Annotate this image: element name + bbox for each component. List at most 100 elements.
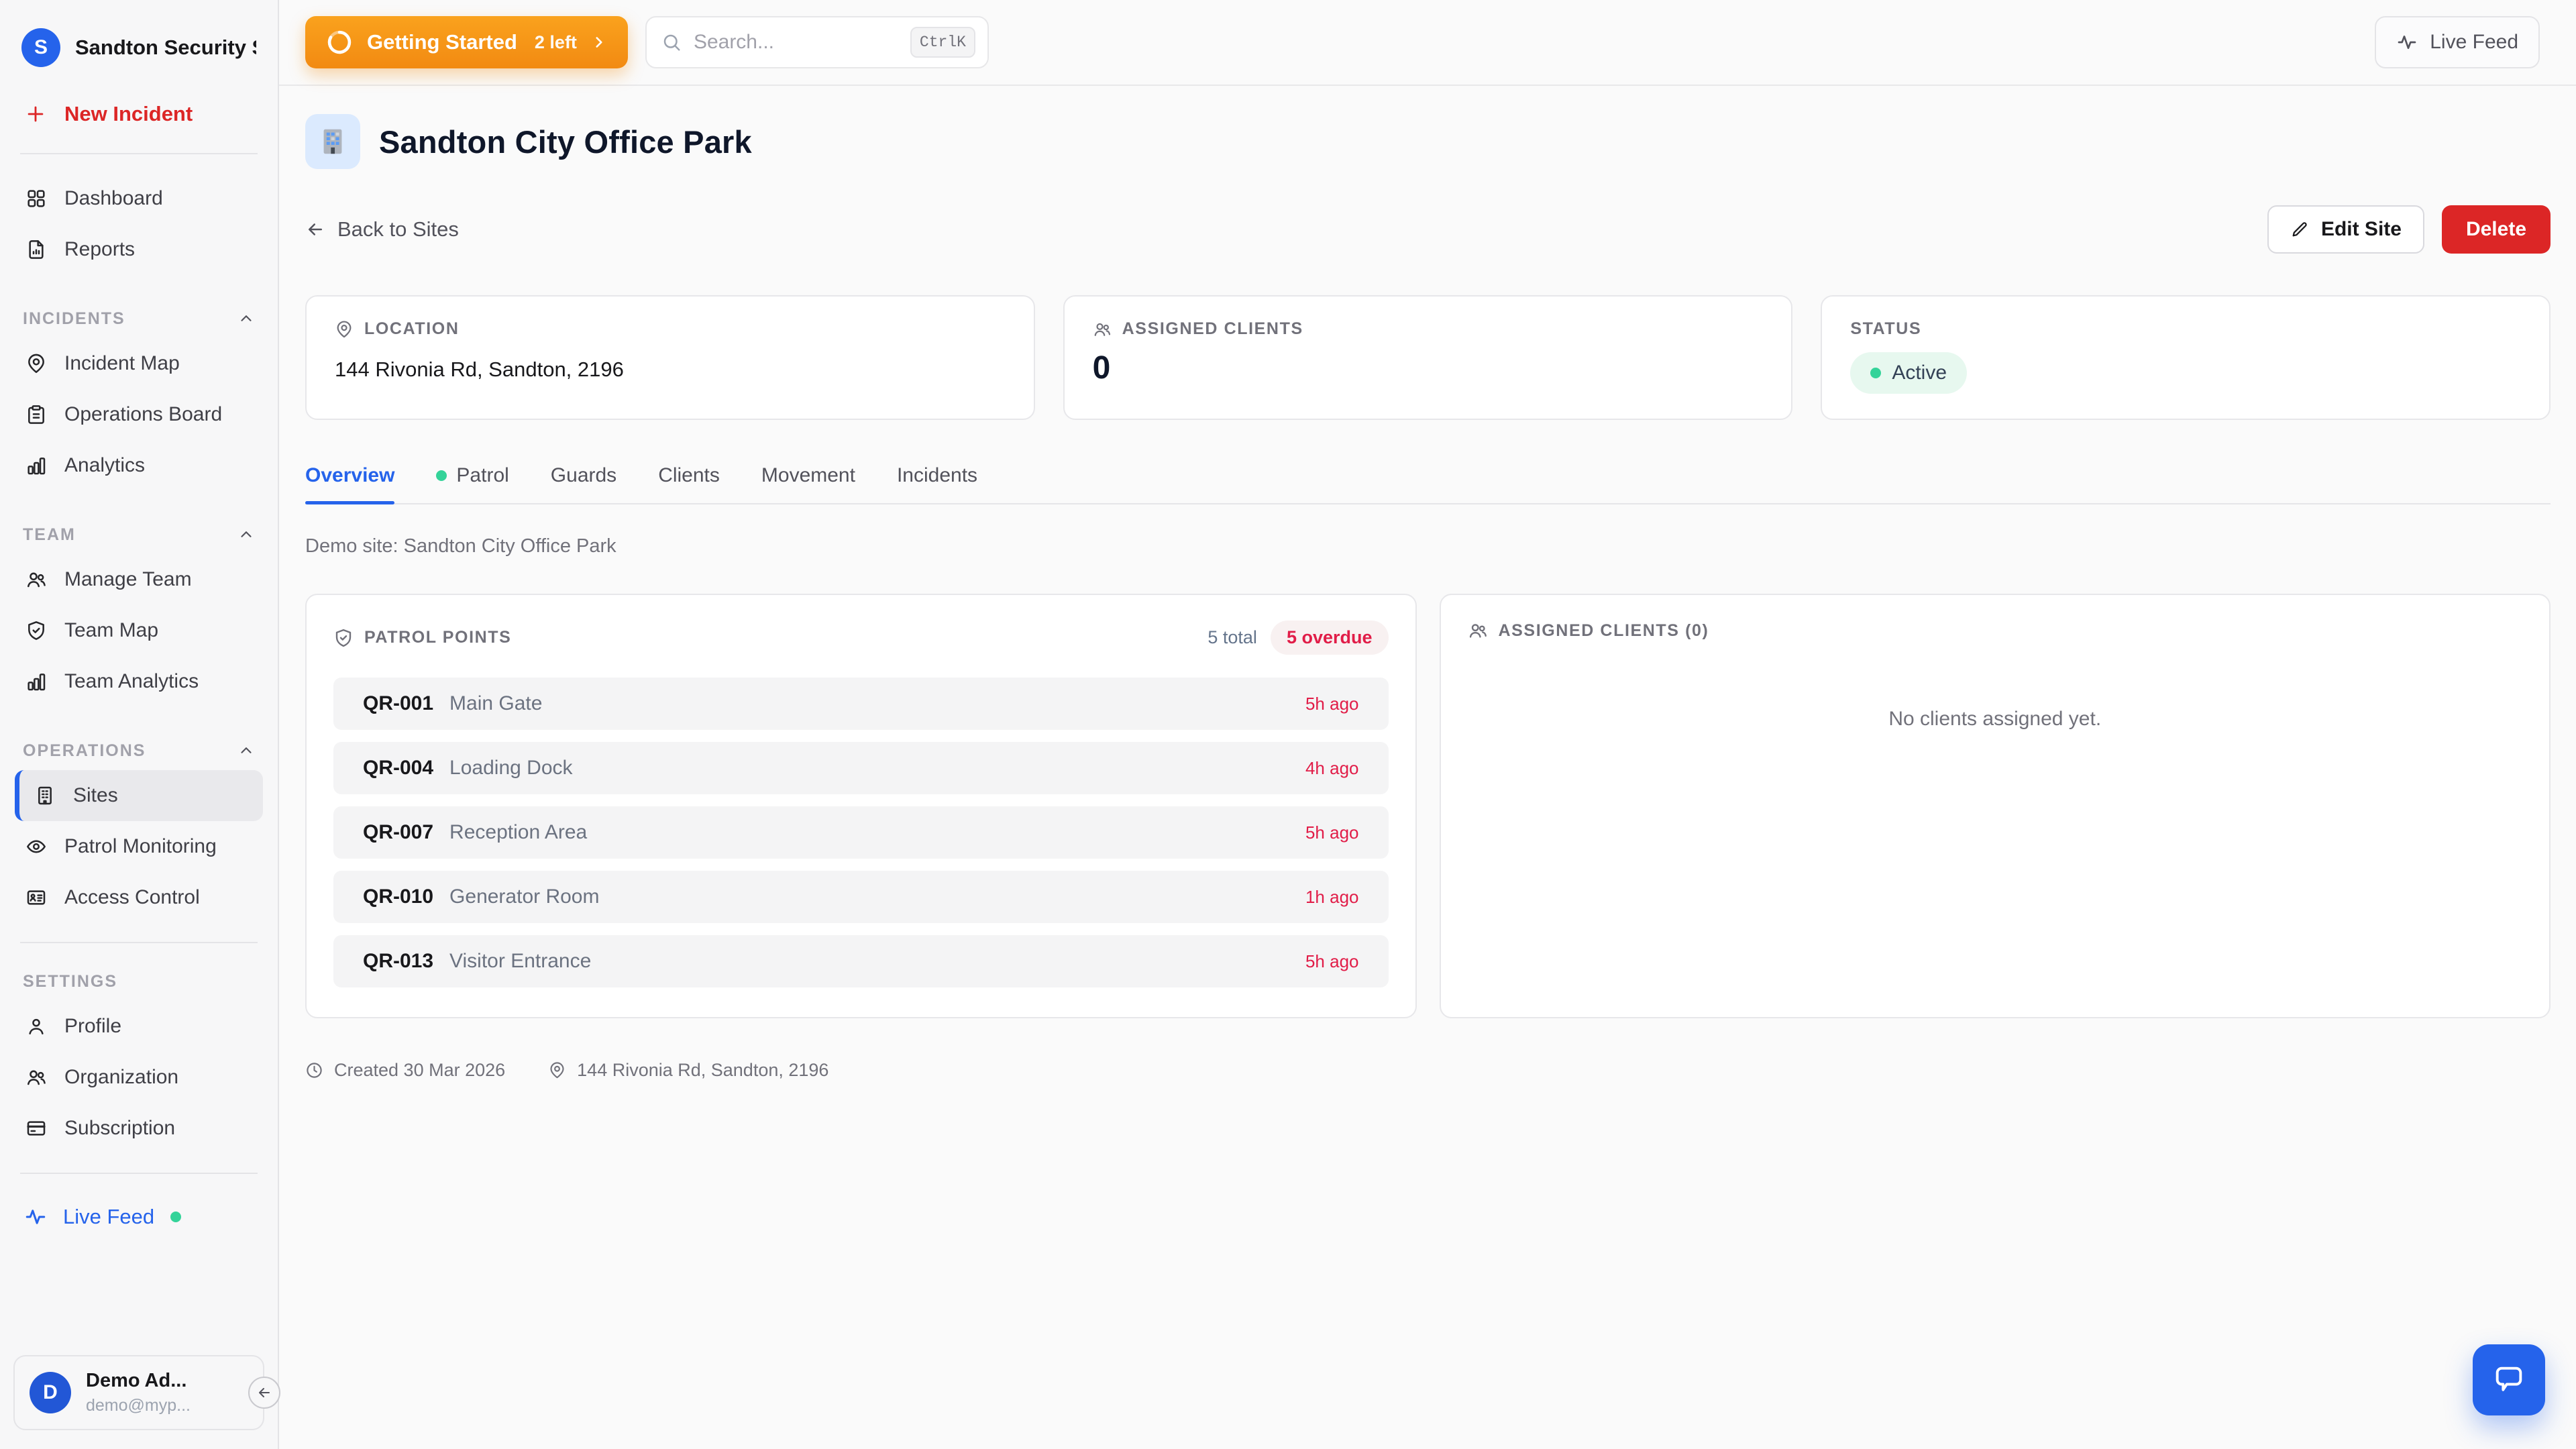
assigned-clients-card-header: ASSIGNED CLIENTS <box>1093 319 1764 339</box>
chevron-up-icon <box>237 310 255 327</box>
page-title: Sandton City Office Park <box>379 123 752 160</box>
section-incidents[interactable]: INCIDENTS <box>15 299 263 338</box>
location-card-header: LOCATION <box>335 319 1006 339</box>
user-menu[interactable]: D Demo Ad... demo@myp... <box>13 1355 264 1430</box>
site-meta-footer: Created 30 Mar 2026 144 Rivonia Rd, Sand… <box>305 1060 2551 1081</box>
edit-site-button[interactable]: Edit Site <box>2267 205 2424 254</box>
sidebar-item-access-control[interactable]: Access Control <box>15 872 263 923</box>
sidebar-item-subscription[interactable]: Subscription <box>15 1103 263 1154</box>
sidebar-item-team-analytics[interactable]: Team Analytics <box>15 656 263 707</box>
user-avatar: D <box>30 1372 71 1413</box>
sidebar-item-team-map[interactable]: Team Map <box>15 605 263 656</box>
tab-label: Patrol <box>456 464 508 487</box>
map-pin-icon <box>335 320 354 339</box>
patrol-point-row[interactable]: QR-007 Reception Area 5h ago <box>333 806 1389 859</box>
search-input[interactable] <box>694 31 898 54</box>
patrol-overdue-badge: 5 overdue <box>1271 621 1389 655</box>
sidebar-item-sites[interactable]: Sites <box>15 770 263 821</box>
sidebar-item-manage-team[interactable]: Manage Team <box>15 554 263 605</box>
qr-code: QR-013 <box>363 950 433 973</box>
sidebar-item-incident-map[interactable]: Incident Map <box>15 338 263 389</box>
sidebar-item-profile[interactable]: Profile <box>15 1001 263 1052</box>
sidebar-item-analytics[interactable]: Analytics <box>15 440 263 491</box>
sidebar: S Sandton Security Ser... New Incident D… <box>0 0 279 1449</box>
users-icon <box>1468 621 1488 641</box>
bar-chart-icon <box>25 671 47 692</box>
getting-started-button[interactable]: Getting Started 2 left <box>305 16 628 68</box>
live-feed-button[interactable]: Live Feed <box>2375 16 2540 68</box>
tab-incidents[interactable]: Incidents <box>897 464 977 503</box>
section-header-label: OPERATIONS <box>23 741 146 761</box>
org-switcher[interactable]: S Sandton Security Ser... <box>15 23 263 67</box>
assigned-clients-count: 0 <box>1093 350 1764 386</box>
assigned-clients-card: ASSIGNED CLIENTS 0 <box>1063 295 1793 420</box>
site-address: 144 Rivonia Rd, Sandton, 2196 <box>548 1060 828 1081</box>
sidebar-item-label: Incident Map <box>64 352 180 375</box>
tab-label: Clients <box>658 464 720 487</box>
qr-code: QR-007 <box>363 821 433 844</box>
section-header-label: SETTINGS <box>23 972 117 991</box>
tab-guards[interactable]: Guards <box>551 464 616 503</box>
header-actions: Edit Site Delete <box>2267 205 2551 254</box>
back-link-label: Back to Sites <box>337 217 459 241</box>
search-icon <box>661 32 682 52</box>
tab-overview[interactable]: Overview <box>305 464 394 503</box>
sidebar-item-label: Reports <box>64 238 135 261</box>
patrol-point-row[interactable]: QR-001 Main Gate 5h ago <box>333 678 1389 730</box>
location-value: 144 Rivonia Rd, Sandton, 2196 <box>335 358 1006 382</box>
tab-movement[interactable]: Movement <box>761 464 855 503</box>
chat-widget-button[interactable] <box>2473 1344 2545 1415</box>
new-incident-button[interactable]: New Incident <box>15 94 263 134</box>
sidebar-item-reports[interactable]: Reports <box>15 224 263 275</box>
sidebar-item-operations-board[interactable]: Operations Board <box>15 389 263 440</box>
sidebar-item-dashboard[interactable]: Dashboard <box>15 173 263 224</box>
building-icon <box>34 785 56 806</box>
activity-icon <box>2396 32 2418 53</box>
assigned-clients-panel: ASSIGNED CLIENTS (0) No clients assigned… <box>1440 594 2551 1018</box>
collapse-sidebar-button[interactable] <box>248 1377 280 1409</box>
grid-icon <box>25 188 47 209</box>
credit-card-icon <box>25 1118 47 1139</box>
back-to-sites-link[interactable]: Back to Sites <box>305 217 459 241</box>
patrol-point-row[interactable]: QR-004 Loading Dock 4h ago <box>333 742 1389 794</box>
qr-code: QR-004 <box>363 757 433 780</box>
section-operations[interactable]: OPERATIONS <box>15 731 263 770</box>
users-icon <box>25 569 47 590</box>
patrol-point-row[interactable]: QR-010 Generator Room 1h ago <box>333 871 1389 923</box>
qr-name: Loading Dock <box>449 757 572 780</box>
qr-name: Main Gate <box>449 692 542 715</box>
qr-name: Visitor Entrance <box>449 950 591 973</box>
created-date-label: Created 30 Mar 2026 <box>334 1060 505 1081</box>
tab-clients[interactable]: Clients <box>658 464 720 503</box>
patrol-point-row[interactable]: QR-013 Visitor Entrance 5h ago <box>333 935 1389 987</box>
sidebar-item-label: Team Analytics <box>64 670 199 693</box>
qr-last-scan: 4h ago <box>1305 758 1359 779</box>
sidebar-item-label: Manage Team <box>64 568 192 591</box>
no-clients-message: No clients assigned yet. <box>1468 708 2523 731</box>
user-icon <box>25 1016 47 1037</box>
clock-icon <box>305 1061 323 1079</box>
user-name: Demo Ad... <box>86 1370 191 1392</box>
sidebar-item-live-feed[interactable]: Live Feed <box>15 1193 263 1241</box>
user-initial: D <box>43 1381 58 1404</box>
tab-patrol[interactable]: Patrol <box>436 464 508 503</box>
patrol-total: 5 total <box>1208 627 1257 648</box>
sidebar-item-label: Access Control <box>64 886 200 909</box>
status-card-header: STATUS <box>1850 319 2521 339</box>
search-box[interactable]: CtrlK <box>645 16 989 68</box>
patrol-points-panel: PATROL POINTS 5 total 5 overdue QR-001 M… <box>305 594 1417 1018</box>
delete-site-button[interactable]: Delete <box>2442 205 2551 254</box>
org-name: Sandton Security Ser... <box>75 36 256 60</box>
demo-site-note: Demo site: Sandton City Office Park <box>305 535 2551 557</box>
sidebar-item-organization[interactable]: Organization <box>15 1052 263 1103</box>
users-icon <box>25 1067 47 1088</box>
location-card: LOCATION 144 Rivonia Rd, Sandton, 2196 <box>305 295 1035 420</box>
keyboard-shortcut-badge: CtrlK <box>910 27 975 58</box>
divider <box>20 942 258 943</box>
arrow-left-icon <box>305 219 325 239</box>
patrol-points-header: PATROL POINTS 5 total 5 overdue <box>333 621 1389 655</box>
section-team[interactable]: TEAM <box>15 515 263 554</box>
online-dot <box>170 1212 181 1222</box>
patrol-live-dot <box>436 470 447 481</box>
sidebar-item-patrol-monitoring[interactable]: Patrol Monitoring <box>15 821 263 872</box>
